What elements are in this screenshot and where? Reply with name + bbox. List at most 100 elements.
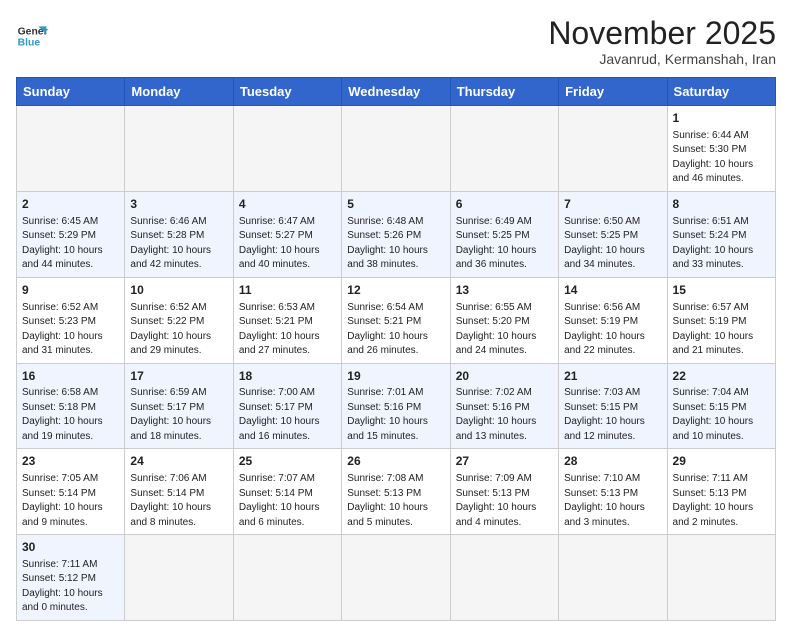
calendar-cell: 6Sunrise: 6:49 AM Sunset: 5:25 PM Daylig… <box>450 191 558 277</box>
day-info: Sunrise: 6:48 AM Sunset: 5:26 PM Dayligh… <box>347 215 444 273</box>
day-number: 11 <box>239 282 336 299</box>
day-info: Sunrise: 7:00 AM Sunset: 5:17 PM Dayligh… <box>239 386 336 444</box>
day-number: 27 <box>456 453 553 470</box>
weekday-header-sunday: Sunday <box>17 78 125 106</box>
calendar-cell: 3 Sunrise: 6:46 AM Sunset: 5:28 PM Daylig… <box>125 191 233 277</box>
day-number: 20 <box>456 368 553 385</box>
day-info: Sunrise: 6:52 AM Sunset: 5:22 PM Dayligh… <box>130 301 227 359</box>
day-number: 12 <box>347 282 444 299</box>
day-number: 23 <box>22 453 119 470</box>
day-number: 10 <box>130 282 227 299</box>
title-block: November 2025 Javanrud, Kermanshah, Iran <box>548 16 776 67</box>
day-info: Sunrise: 6:49 AM Sunset: 5:25 PM Dayligh… <box>456 215 553 273</box>
day-info: Sunrise: 7:03 AM Sunset: 5:15 PM Dayligh… <box>564 386 661 444</box>
day-number: 15 <box>673 282 770 299</box>
calendar-cell: 7 Sunrise: 6:50 AM Sunset: 5:25 PM Daylig… <box>559 191 667 277</box>
calendar-cell <box>342 106 450 192</box>
logo-icon: General Blue <box>16 20 48 52</box>
calendar-cell <box>667 535 775 621</box>
day-number: 22 <box>673 368 770 385</box>
calendar-cell <box>17 106 125 192</box>
day-number: 25 <box>239 453 336 470</box>
day-number: 13 <box>456 282 553 299</box>
calendar-cell <box>450 535 558 621</box>
calendar-cell <box>125 535 233 621</box>
calendar-cell: 12 Sunrise: 6:54 AM Sunset: 5:21 PM Dayli… <box>342 277 450 363</box>
day-info: Sunrise: 7:08 AM Sunset: 5:13 PM Dayligh… <box>347 472 444 530</box>
day-number: 16 <box>22 368 119 385</box>
calendar-cell: 19Sunrise: 7:01 AM Sunset: 5:16 PM Dayli… <box>342 363 450 449</box>
day-number: 3 <box>130 196 227 213</box>
weekday-header-wednesday: Wednesday <box>342 78 450 106</box>
day-number: 17 <box>130 368 227 385</box>
calendar-week-row: 23Sunrise: 7:05 AM Sunset: 5:14 PM Dayli… <box>17 449 776 535</box>
day-info: Sunrise: 6:44 AM Sunset: 5:30 PM Dayligh… <box>673 129 770 187</box>
calendar-cell <box>233 106 341 192</box>
day-number: 7 <box>564 196 661 213</box>
day-number: 28 <box>564 453 661 470</box>
day-number: 9 <box>22 282 119 299</box>
calendar-cell: 14Sunrise: 6:56 AM Sunset: 5:19 PM Dayli… <box>559 277 667 363</box>
calendar-cell: 17Sunrise: 6:59 AM Sunset: 5:17 PM Dayli… <box>125 363 233 449</box>
calendar-cell: 25Sunrise: 7:07 AM Sunset: 5:14 PM Dayli… <box>233 449 341 535</box>
calendar-cell: 10 Sunrise: 6:52 AM Sunset: 5:22 PM Dayli… <box>125 277 233 363</box>
day-info: Sunrise: 6:55 AM Sunset: 5:20 PM Dayligh… <box>456 301 553 359</box>
day-number: 30 <box>22 539 119 556</box>
day-number: 24 <box>130 453 227 470</box>
calendar-cell <box>233 535 341 621</box>
day-info: Sunrise: 7:09 AM Sunset: 5:13 PM Dayligh… <box>456 472 553 530</box>
calendar-cell: 11 Sunrise: 6:53 AM Sunset: 5:21 PM Dayli… <box>233 277 341 363</box>
day-info: Sunrise: 7:10 AM Sunset: 5:13 PM Dayligh… <box>564 472 661 530</box>
calendar-cell: 4Sunrise: 6:47 AM Sunset: 5:27 PM Daylig… <box>233 191 341 277</box>
day-number: 5 <box>347 196 444 213</box>
day-info: Sunrise: 7:11 AM Sunset: 5:12 PM Dayligh… <box>22 558 119 616</box>
day-info: Sunrise: 7:06 AM Sunset: 5:14 PM Dayligh… <box>130 472 227 530</box>
calendar-cell <box>450 106 558 192</box>
calendar-cell: 23Sunrise: 7:05 AM Sunset: 5:14 PM Dayli… <box>17 449 125 535</box>
day-number: 26 <box>347 453 444 470</box>
day-number: 19 <box>347 368 444 385</box>
day-info: Sunrise: 6:57 AM Sunset: 5:19 PM Dayligh… <box>673 301 770 359</box>
day-info: Sunrise: 6:58 AM Sunset: 5:18 PM Dayligh… <box>22 386 119 444</box>
calendar-cell: 13 Sunrise: 6:55 AM Sunset: 5:20 PM Dayli… <box>450 277 558 363</box>
calendar-cell: 29Sunrise: 7:11 AM Sunset: 5:13 PM Dayli… <box>667 449 775 535</box>
day-info: Sunrise: 7:04 AM Sunset: 5:15 PM Dayligh… <box>673 386 770 444</box>
day-info: Sunrise: 6:45 AM Sunset: 5:29 PM Dayligh… <box>22 215 119 273</box>
calendar-cell: 24 Sunrise: 7:06 AM Sunset: 5:14 PM Dayli… <box>125 449 233 535</box>
day-info: Sunrise: 6:59 AM Sunset: 5:17 PM Dayligh… <box>130 386 227 444</box>
location: Javanrud, Kermanshah, Iran <box>548 51 776 67</box>
calendar-week-row: 30 Sunrise: 7:11 AM Sunset: 5:12 PM Dayli… <box>17 535 776 621</box>
calendar-cell: 2Sunrise: 6:45 AM Sunset: 5:29 PM Daylig… <box>17 191 125 277</box>
header: General Blue November 2025 Javanrud, Ker… <box>16 16 776 67</box>
day-number: 18 <box>239 368 336 385</box>
calendar-cell <box>559 535 667 621</box>
calendar-cell: 26 Sunrise: 7:08 AM Sunset: 5:13 PM Dayli… <box>342 449 450 535</box>
calendar-cell: 1Sunrise: 6:44 AM Sunset: 5:30 PM Daylig… <box>667 106 775 192</box>
weekday-header-row: SundayMondayTuesdayWednesdayThursdayFrid… <box>17 78 776 106</box>
weekday-header-monday: Monday <box>125 78 233 106</box>
svg-text:Blue: Blue <box>18 38 41 49</box>
calendar-cell: 9Sunrise: 6:52 AM Sunset: 5:23 PM Daylig… <box>17 277 125 363</box>
calendar-cell <box>559 106 667 192</box>
calendar-week-row: 2Sunrise: 6:45 AM Sunset: 5:29 PM Daylig… <box>17 191 776 277</box>
calendar-cell: 28 Sunrise: 7:10 AM Sunset: 5:13 PM Dayli… <box>559 449 667 535</box>
calendar-cell: 15 Sunrise: 6:57 AM Sunset: 5:19 PM Dayli… <box>667 277 775 363</box>
day-info: Sunrise: 6:50 AM Sunset: 5:25 PM Dayligh… <box>564 215 661 273</box>
calendar: SundayMondayTuesdayWednesdayThursdayFrid… <box>16 77 776 621</box>
calendar-cell: 8Sunrise: 6:51 AM Sunset: 5:24 PM Daylig… <box>667 191 775 277</box>
day-info: Sunrise: 7:01 AM Sunset: 5:16 PM Dayligh… <box>347 386 444 444</box>
calendar-cell: 16Sunrise: 6:58 AM Sunset: 5:18 PM Dayli… <box>17 363 125 449</box>
day-info: Sunrise: 6:54 AM Sunset: 5:21 PM Dayligh… <box>347 301 444 359</box>
calendar-cell <box>125 106 233 192</box>
calendar-cell: 20Sunrise: 7:02 AM Sunset: 5:16 PM Dayli… <box>450 363 558 449</box>
calendar-cell: 18Sunrise: 7:00 AM Sunset: 5:17 PM Dayli… <box>233 363 341 449</box>
calendar-week-row: 9Sunrise: 6:52 AM Sunset: 5:23 PM Daylig… <box>17 277 776 363</box>
calendar-cell: 5 Sunrise: 6:48 AM Sunset: 5:26 PM Daylig… <box>342 191 450 277</box>
day-info: Sunrise: 6:53 AM Sunset: 5:21 PM Dayligh… <box>239 301 336 359</box>
weekday-header-friday: Friday <box>559 78 667 106</box>
calendar-cell: 27 Sunrise: 7:09 AM Sunset: 5:13 PM Dayli… <box>450 449 558 535</box>
calendar-week-row: 1Sunrise: 6:44 AM Sunset: 5:30 PM Daylig… <box>17 106 776 192</box>
day-number: 8 <box>673 196 770 213</box>
day-info: Sunrise: 6:56 AM Sunset: 5:19 PM Dayligh… <box>564 301 661 359</box>
day-info: Sunrise: 6:46 AM Sunset: 5:28 PM Dayligh… <box>130 215 227 273</box>
